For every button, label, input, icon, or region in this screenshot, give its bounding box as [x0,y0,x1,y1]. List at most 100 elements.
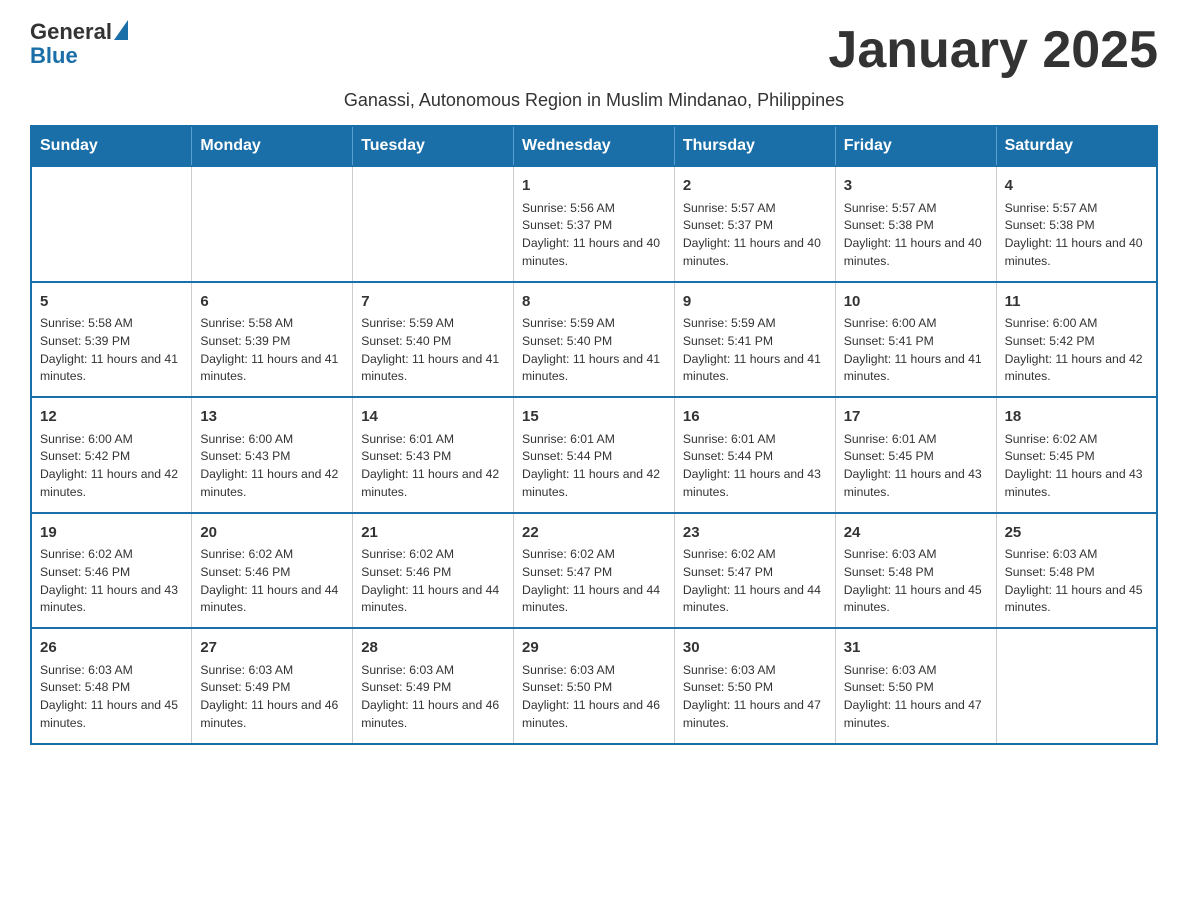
header-sunday: Sunday [31,126,192,166]
day-number: 14 [361,406,505,428]
header-friday: Friday [835,126,996,166]
day-number: 22 [522,522,666,544]
day-number: 23 [683,522,827,544]
subtitle: Ganassi, Autonomous Region in Muslim Min… [30,90,1158,111]
calendar-cell [996,628,1157,744]
calendar-cell: 10Sunrise: 6:00 AMSunset: 5:41 PMDayligh… [835,282,996,398]
day-info: Sunrise: 5:59 AMSunset: 5:41 PMDaylight:… [683,315,827,386]
calendar-cell [31,166,192,282]
day-info: Sunrise: 6:00 AMSunset: 5:42 PMDaylight:… [40,431,183,502]
calendar-cell: 20Sunrise: 6:02 AMSunset: 5:46 PMDayligh… [192,513,353,629]
day-number: 31 [844,637,988,659]
day-number: 5 [40,291,183,313]
header-tuesday: Tuesday [353,126,514,166]
day-info: Sunrise: 6:02 AMSunset: 5:46 PMDaylight:… [200,546,344,617]
day-number: 21 [361,522,505,544]
day-info: Sunrise: 6:02 AMSunset: 5:46 PMDaylight:… [361,546,505,617]
calendar-week-row: 12Sunrise: 6:00 AMSunset: 5:42 PMDayligh… [31,397,1157,513]
day-info: Sunrise: 6:03 AMSunset: 5:50 PMDaylight:… [522,662,666,733]
calendar-cell: 11Sunrise: 6:00 AMSunset: 5:42 PMDayligh… [996,282,1157,398]
calendar-cell: 7Sunrise: 5:59 AMSunset: 5:40 PMDaylight… [353,282,514,398]
day-info: Sunrise: 6:03 AMSunset: 5:50 PMDaylight:… [844,662,988,733]
day-number: 30 [683,637,827,659]
month-title: January 2025 [828,20,1158,80]
day-number: 28 [361,637,505,659]
day-info: Sunrise: 6:01 AMSunset: 5:43 PMDaylight:… [361,431,505,502]
calendar-cell: 1Sunrise: 5:56 AMSunset: 5:37 PMDaylight… [514,166,675,282]
day-info: Sunrise: 6:01 AMSunset: 5:44 PMDaylight:… [522,431,666,502]
day-info: Sunrise: 6:02 AMSunset: 5:46 PMDaylight:… [40,546,183,617]
day-info: Sunrise: 6:02 AMSunset: 5:45 PMDaylight:… [1005,431,1148,502]
calendar-cell [353,166,514,282]
day-number: 20 [200,522,344,544]
calendar-cell: 19Sunrise: 6:02 AMSunset: 5:46 PMDayligh… [31,513,192,629]
day-info: Sunrise: 5:59 AMSunset: 5:40 PMDaylight:… [522,315,666,386]
calendar-cell: 12Sunrise: 6:00 AMSunset: 5:42 PMDayligh… [31,397,192,513]
day-number: 25 [1005,522,1148,544]
day-number: 7 [361,291,505,313]
header-wednesday: Wednesday [514,126,675,166]
calendar-cell: 6Sunrise: 5:58 AMSunset: 5:39 PMDaylight… [192,282,353,398]
header-monday: Monday [192,126,353,166]
day-number: 11 [1005,291,1148,313]
calendar-cell: 22Sunrise: 6:02 AMSunset: 5:47 PMDayligh… [514,513,675,629]
calendar-cell: 9Sunrise: 5:59 AMSunset: 5:41 PMDaylight… [674,282,835,398]
day-number: 1 [522,175,666,197]
header-saturday: Saturday [996,126,1157,166]
day-number: 3 [844,175,988,197]
logo-text-blue: Blue [30,44,128,68]
calendar-cell: 4 Sunrise: 5:57 AMSunset: 5:38 PMDaylight… [996,166,1157,282]
header-area: General Blue January 2025 [30,20,1158,80]
calendar-week-row: 5Sunrise: 5:58 AMSunset: 5:39 PMDaylight… [31,282,1157,398]
calendar-cell: 21Sunrise: 6:02 AMSunset: 5:46 PMDayligh… [353,513,514,629]
calendar-cell: 16 Sunrise: 6:01 AMSunset: 5:44 PMDayligh… [674,397,835,513]
logo-triangle-icon [114,20,128,40]
day-info: Sunrise: 6:03 AMSunset: 5:48 PMDaylight:… [844,546,988,617]
day-number: 19 [40,522,183,544]
day-info: Sunrise: 5:58 AMSunset: 5:39 PMDaylight:… [40,315,183,386]
day-number: 24 [844,522,988,544]
day-info: Sunrise: 6:03 AMSunset: 5:48 PMDaylight:… [1005,546,1148,617]
day-info: Sunrise: 6:03 AMSunset: 5:50 PMDaylight:… [683,662,827,733]
day-number: 9 [683,291,827,313]
day-info: Sunrise: 5:58 AMSunset: 5:39 PMDaylight:… [200,315,344,386]
day-number: 27 [200,637,344,659]
calendar-cell: 26Sunrise: 6:03 AMSunset: 5:48 PMDayligh… [31,628,192,744]
calendar-cell: 28Sunrise: 6:03 AMSunset: 5:49 PMDayligh… [353,628,514,744]
day-info: Sunrise: 6:03 AMSunset: 5:49 PMDaylight:… [200,662,344,733]
day-number: 2 [683,175,827,197]
logo-text-general: General [30,20,112,44]
day-info: Sunrise: 5:57 AMSunset: 5:38 PMDaylight:… [844,200,988,271]
calendar-cell: 8Sunrise: 5:59 AMSunset: 5:40 PMDaylight… [514,282,675,398]
day-number: 4 [1005,175,1148,197]
day-info: Sunrise: 6:02 AMSunset: 5:47 PMDaylight:… [522,546,666,617]
day-number: 10 [844,291,988,313]
day-number: 15 [522,406,666,428]
calendar-header-row: SundayMondayTuesdayWednesdayThursdayFrid… [31,126,1157,166]
day-info: Sunrise: 5:57 AMSunset: 5:38 PMDaylight:… [1005,200,1148,271]
header-thursday: Thursday [674,126,835,166]
logo: General Blue [30,20,128,68]
calendar-week-row: 1Sunrise: 5:56 AMSunset: 5:37 PMDaylight… [31,166,1157,282]
calendar-cell: 18Sunrise: 6:02 AMSunset: 5:45 PMDayligh… [996,397,1157,513]
day-info: Sunrise: 6:01 AMSunset: 5:45 PMDaylight:… [844,431,988,502]
day-info: Sunrise: 6:03 AMSunset: 5:48 PMDaylight:… [40,662,183,733]
calendar-cell: 13Sunrise: 6:00 AMSunset: 5:43 PMDayligh… [192,397,353,513]
calendar-cell: 15 Sunrise: 6:01 AMSunset: 5:44 PMDayligh… [514,397,675,513]
calendar-cell: 25Sunrise: 6:03 AMSunset: 5:48 PMDayligh… [996,513,1157,629]
day-info: Sunrise: 6:01 AMSunset: 5:44 PMDaylight:… [683,431,827,502]
calendar-cell: 24Sunrise: 6:03 AMSunset: 5:48 PMDayligh… [835,513,996,629]
calendar-week-row: 19Sunrise: 6:02 AMSunset: 5:46 PMDayligh… [31,513,1157,629]
day-number: 16 [683,406,827,428]
day-info: Sunrise: 5:57 AMSunset: 5:37 PMDaylight:… [683,200,827,271]
calendar-week-row: 26Sunrise: 6:03 AMSunset: 5:48 PMDayligh… [31,628,1157,744]
calendar-cell: 14 Sunrise: 6:01 AMSunset: 5:43 PMDayligh… [353,397,514,513]
calendar-cell: 2 Sunrise: 5:57 AMSunset: 5:37 PMDaylight… [674,166,835,282]
day-info: Sunrise: 6:00 AMSunset: 5:43 PMDaylight:… [200,431,344,502]
calendar-cell: 5Sunrise: 5:58 AMSunset: 5:39 PMDaylight… [31,282,192,398]
day-info: Sunrise: 6:00 AMSunset: 5:41 PMDaylight:… [844,315,988,386]
calendar-cell: 3 Sunrise: 5:57 AMSunset: 5:38 PMDaylight… [835,166,996,282]
calendar-cell: 27 Sunrise: 6:03 AMSunset: 5:49 PMDayligh… [192,628,353,744]
day-number: 8 [522,291,666,313]
day-number: 6 [200,291,344,313]
